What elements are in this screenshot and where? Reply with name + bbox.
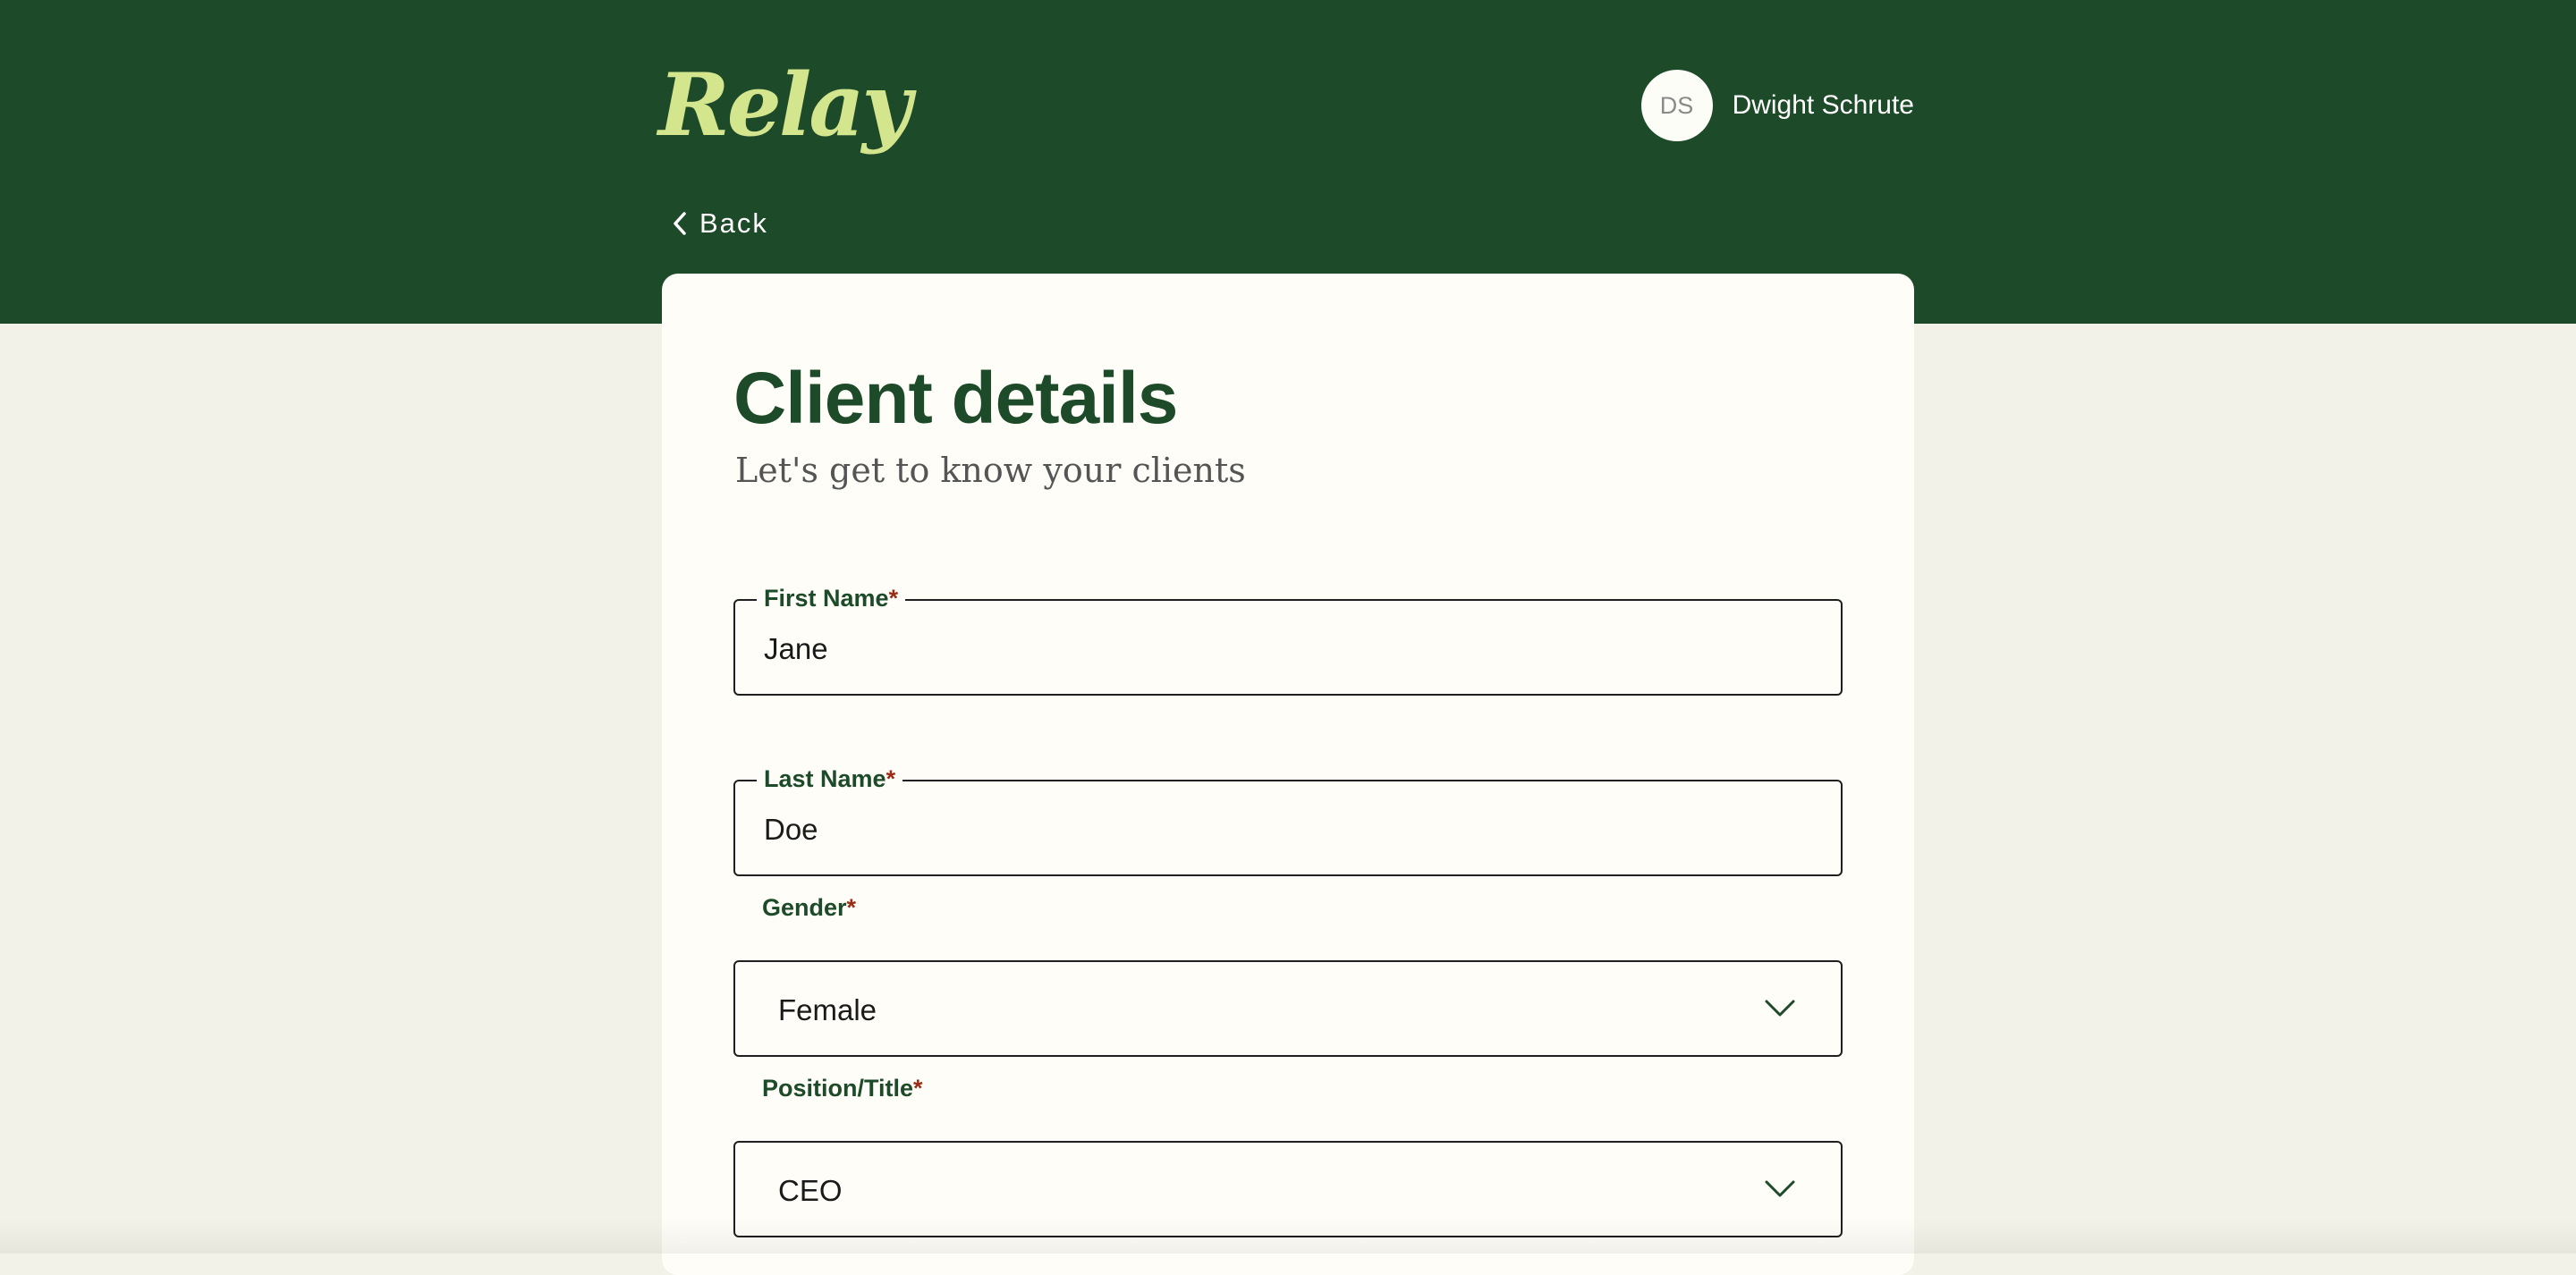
- page-subtitle: Let's get to know your clients: [735, 451, 1246, 490]
- chevron-left-icon: [674, 212, 686, 235]
- chevron-down-icon: [1765, 1180, 1795, 1197]
- back-link[interactable]: Back: [671, 204, 768, 243]
- required-mark: *: [886, 765, 896, 792]
- page-title: Client details: [733, 358, 1178, 439]
- last-name-value[interactable]: Doe: [764, 812, 818, 848]
- avatar[interactable]: DS: [1640, 70, 1713, 141]
- position-label: Position/Title*: [762, 1075, 923, 1102]
- gender-value: Female: [778, 993, 877, 1026]
- user-menu[interactable]: DS Dwight Schrute: [1640, 70, 1914, 141]
- first-name-value[interactable]: Jane: [764, 631, 828, 667]
- first-name-label: First Name*: [757, 583, 906, 613]
- bottom-shadow: [0, 1218, 2576, 1254]
- chevron-down-icon: [1765, 1000, 1795, 1017]
- first-name-field[interactable]: First Name* Jane: [733, 583, 1843, 696]
- user-name[interactable]: Dwight Schrute: [1733, 90, 1914, 121]
- required-mark: *: [846, 894, 857, 921]
- position-value: CEO: [778, 1174, 843, 1207]
- required-mark: *: [913, 1075, 923, 1102]
- last-name-label: Last Name*: [757, 764, 903, 794]
- gender-select[interactable]: Female: [733, 960, 1843, 1057]
- gender-label: Gender*: [762, 894, 857, 921]
- back-label[interactable]: Back: [699, 207, 768, 240]
- last-name-field[interactable]: Last Name* Doe: [733, 764, 1843, 876]
- relay-logo[interactable]: Relay: [658, 52, 911, 159]
- client-details-card: Client details Let's get to know your cl…: [662, 274, 1914, 1275]
- required-mark: *: [888, 585, 899, 612]
